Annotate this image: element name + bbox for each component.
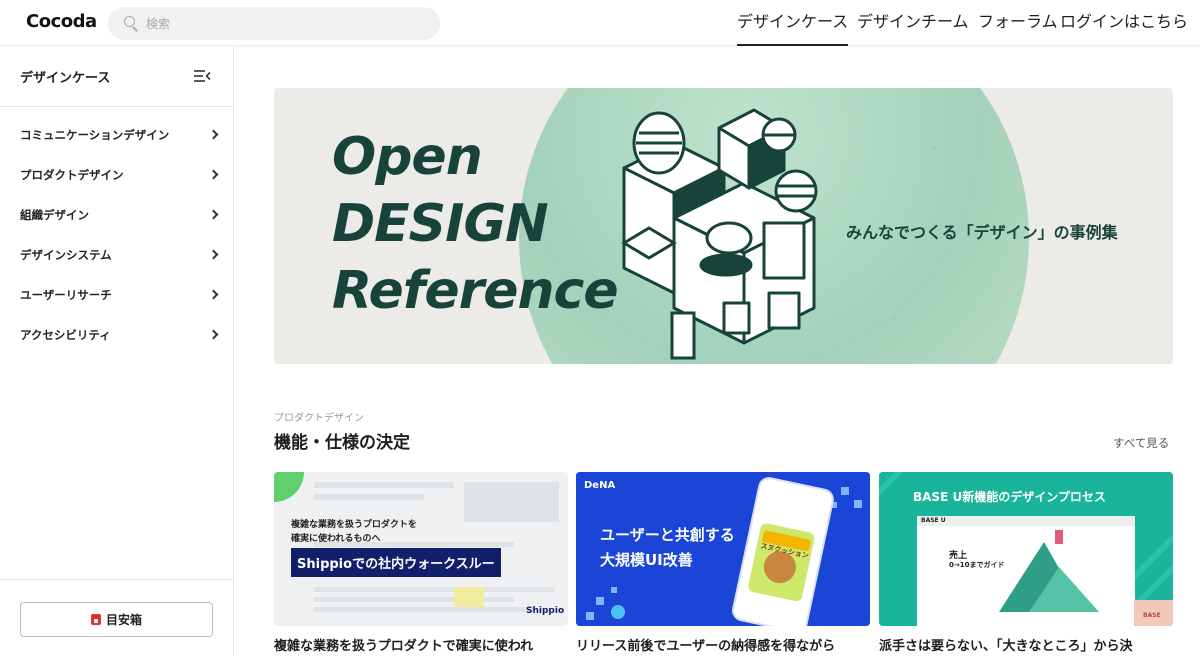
collapse-menu-icon[interactable] bbox=[193, 69, 211, 83]
case-card-thumbnail[interactable]: 複雑な業務を扱うプロダクトを 確実に使われるものへ Shippioでの社内ウォー… bbox=[274, 472, 568, 626]
sidebar-item-accessibility[interactable]: アクセシビリティ bbox=[0, 315, 233, 355]
sidebar-footer: 目安箱 bbox=[0, 579, 233, 656]
sidebar-title: デザインケース bbox=[20, 71, 111, 86]
chevron-right-icon bbox=[208, 249, 219, 260]
sidebar-item-product[interactable]: プロダクトデザイン bbox=[0, 155, 233, 195]
card-text-main: BASE U新機能のデザインプロセス bbox=[913, 490, 1106, 504]
sidebar-item-organization[interactable]: 組織デザイン bbox=[0, 195, 233, 235]
sidebar-item-label: ユーザーリサーチ bbox=[20, 288, 112, 302]
hero-title-line: Reference bbox=[332, 261, 619, 321]
case-card-title[interactable]: 複雑な業務を扱うプロダクトで確実に使われ bbox=[274, 635, 570, 654]
suggestion-box-label: 目安箱 bbox=[105, 613, 142, 627]
search-icon bbox=[124, 15, 140, 32]
sidebar-item-design-system[interactable]: デザインシステム bbox=[0, 235, 233, 275]
card-inner-text: 0→10までガイド bbox=[949, 561, 1005, 569]
card-brand: Shippio bbox=[526, 606, 565, 616]
chevron-right-icon bbox=[208, 169, 219, 180]
card-text-main: Shippioでの社内ウォークスルー bbox=[291, 548, 501, 577]
card-corner-brand: BASE bbox=[1143, 612, 1161, 619]
hero-title: Open DESIGN Reference bbox=[332, 124, 619, 325]
hero-title-line: DESIGN bbox=[332, 194, 549, 254]
sidebar-item-label: コミュニケーションデザイン bbox=[20, 128, 170, 142]
nav-forum[interactable]: フォーラム bbox=[978, 0, 1058, 46]
chevron-right-icon bbox=[208, 129, 219, 140]
sidebar-item-communication[interactable]: コミュニケーションデザイン bbox=[0, 115, 233, 155]
sidebar-item-label: デザインシステム bbox=[20, 248, 112, 262]
top-header: Cocoda デザインケース デザインチーム フォーラム ログインはこちら bbox=[0, 0, 1200, 46]
sidebar-list: コミュニケーションデザイン プロダクトデザイン 組織デザイン デザインシステム … bbox=[0, 107, 233, 355]
chevron-right-icon bbox=[208, 289, 219, 300]
nav-design-case[interactable]: デザインケース bbox=[737, 0, 849, 46]
section-title: 機能・仕様の決定 bbox=[274, 433, 410, 453]
suggestion-box-button[interactable]: 目安箱 bbox=[20, 602, 213, 637]
nav-login[interactable]: ログインはこちら bbox=[1060, 0, 1188, 46]
case-card-title[interactable]: リリース前後でユーザーの納得感を得ながら bbox=[576, 635, 872, 654]
section-category: プロダクトデザイン bbox=[274, 413, 364, 424]
sidebar-item-user-research[interactable]: ユーザーリサーチ bbox=[0, 275, 233, 315]
case-card-thumbnail[interactable]: BASE U新機能のデザインプロセス BASE U 売上 0→10までガイド B… bbox=[879, 472, 1173, 626]
card-brand: DeNA bbox=[584, 480, 616, 491]
case-card-title[interactable]: 派手さは要らない、「大きなところ」から決 bbox=[879, 635, 1175, 654]
sidebar-header: デザインケース bbox=[0, 46, 233, 107]
card-browser-brand: BASE U bbox=[921, 517, 946, 524]
see-all-link[interactable]: すべて見る bbox=[1113, 435, 1169, 451]
card-text-small: 確実に使われるものへ bbox=[291, 534, 381, 544]
card-text-line: ユーザーと共創する bbox=[600, 526, 735, 544]
card-text-small: 複雑な業務を扱うプロダクトを bbox=[291, 520, 417, 530]
mailbox-icon bbox=[90, 614, 101, 625]
case-card-thumbnail[interactable]: DeNA ユーザーと共創する 大規模UI改善 スヌクッション bbox=[576, 472, 870, 626]
chevron-right-icon bbox=[208, 329, 219, 340]
cocoda-logo[interactable]: Cocoda bbox=[26, 11, 97, 32]
search-input[interactable] bbox=[146, 16, 426, 31]
card-text-line: 大規模UI改善 bbox=[600, 551, 693, 569]
sidebar: デザインケース コミュニケーションデザイン プロダクトデザイン 組織デザイン デ… bbox=[0, 46, 234, 656]
hero-tagline: みんなでつくる「デザイン」の事例集 bbox=[846, 223, 1118, 242]
sidebar-item-label: 組織デザイン bbox=[20, 208, 89, 222]
sidebar-item-label: プロダクトデザイン bbox=[20, 168, 124, 182]
chevron-right-icon bbox=[208, 209, 219, 220]
hero-title-line: Open bbox=[332, 127, 483, 187]
search-box[interactable] bbox=[108, 7, 440, 40]
hero-banner[interactable]: Open DESIGN Reference みんなでつくる「デザイン」の事例集 bbox=[274, 88, 1173, 364]
nav-design-team[interactable]: デザインチーム bbox=[857, 0, 969, 46]
sidebar-item-label: アクセシビリティ bbox=[20, 328, 111, 342]
